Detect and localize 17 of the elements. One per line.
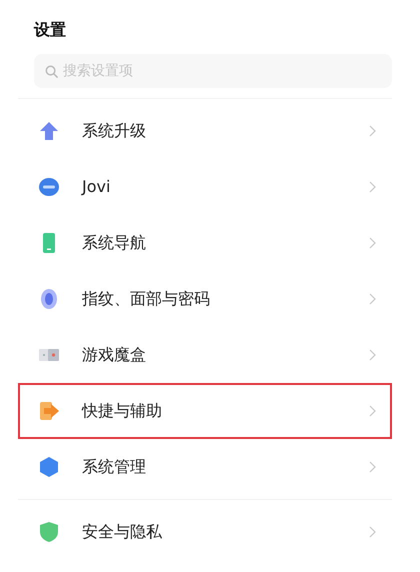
search-icon: [45, 65, 58, 78]
upload-arrow-icon: [38, 120, 60, 142]
chevron-right-icon: [369, 125, 376, 137]
page-title: 设置: [34, 19, 66, 41]
fingerprint-icon: [38, 288, 60, 310]
chevron-right-icon: [369, 349, 376, 361]
chevron-right-icon: [369, 461, 376, 473]
arrow-door-icon: [38, 400, 60, 422]
chevron-right-icon: [369, 237, 376, 249]
jovi-badge-icon: [38, 176, 60, 198]
chevron-right-icon: [369, 293, 376, 305]
chevron-right-icon: [369, 526, 376, 538]
chevron-right-icon: [369, 181, 376, 193]
hexagon-icon: [38, 456, 60, 478]
chevron-right-icon: [369, 405, 376, 417]
settings-item[interactable]: 快捷与辅助: [18, 383, 392, 439]
shield-icon: [38, 521, 60, 543]
